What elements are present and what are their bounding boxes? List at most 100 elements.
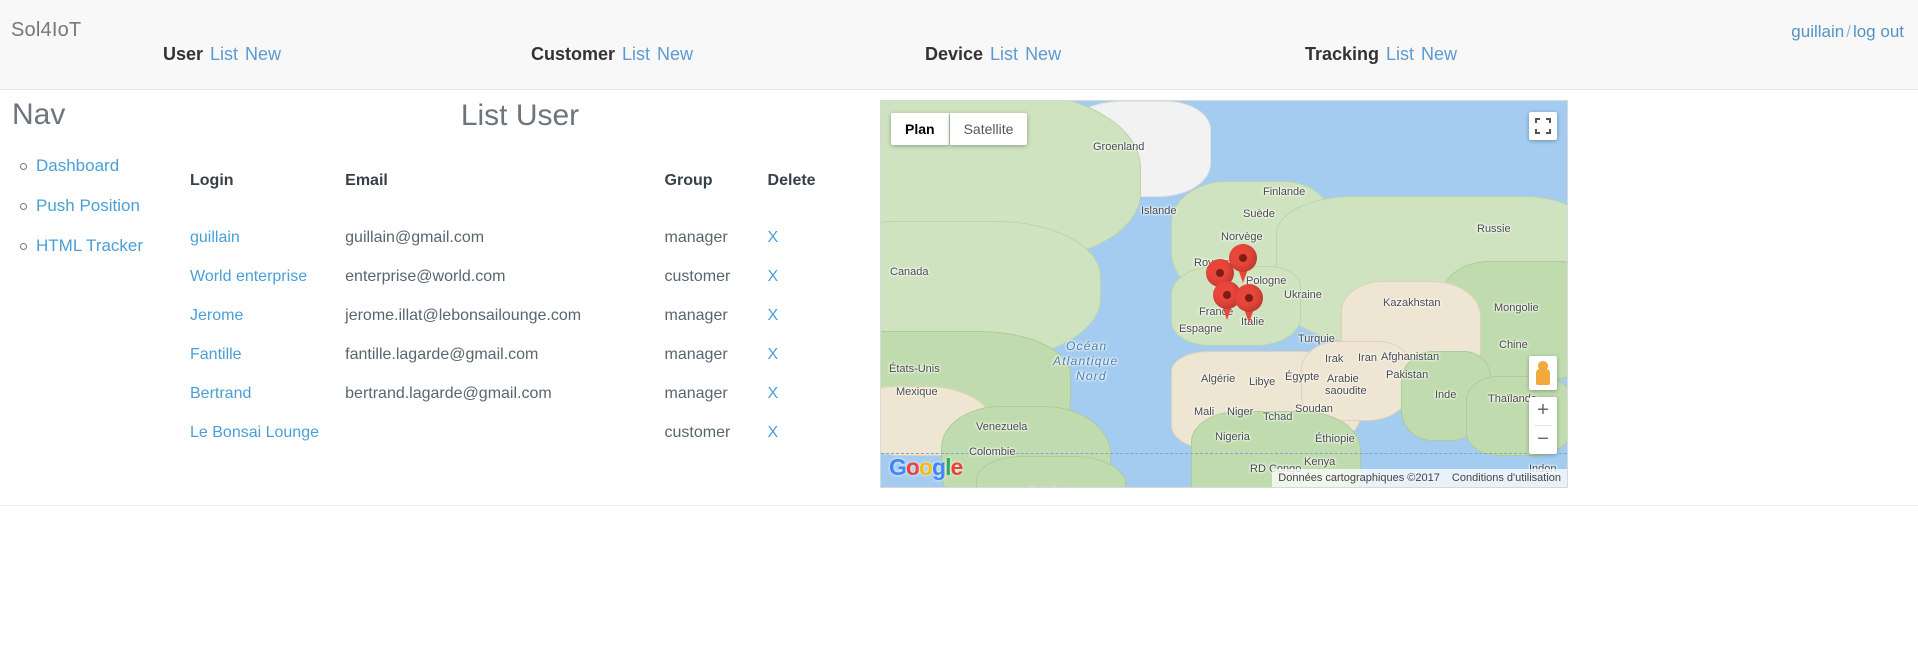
map-type-satellite-button[interactable]: Satellite [949, 113, 1028, 145]
circle-bullet-icon [20, 243, 27, 250]
user-login-link[interactable]: Bertrand [190, 385, 251, 402]
google-map[interactable]: Groenland Islande Norvège Finlande Suède… [881, 101, 1567, 487]
pegman-body-icon [1536, 369, 1550, 385]
user-login-link[interactable]: World enterprise [190, 268, 307, 285]
column-header-group: Group [664, 172, 713, 189]
main-content: List User Login Email Group Delete guill… [170, 96, 870, 452]
nav-group-tracking: Tracking List New [1305, 44, 1457, 65]
zoom-in-button[interactable]: + [1529, 397, 1557, 425]
app-page: Sol4IoT guillain / log out User List New Cus… [0, 0, 1918, 659]
sidebar-item-label[interactable]: Push Position [36, 196, 140, 215]
sidebar-item-dashboard[interactable]: Dashboard [12, 156, 170, 196]
user-login-link[interactable]: Fantille [190, 346, 242, 363]
nav-user-list[interactable]: List [210, 44, 238, 64]
table-row: Bertrand bertrand.lagarde@gmail.com mana… [170, 374, 850, 413]
nav-tracking-new[interactable]: New [1421, 44, 1457, 64]
cell-delete: X [768, 413, 850, 452]
delete-user-link[interactable]: X [768, 307, 779, 324]
landmass-arabia [1301, 341, 1411, 421]
user-session-box: guillain / log out [1791, 22, 1904, 42]
map-panel[interactable]: Groenland Islande Norvège Finlande Suède… [880, 100, 1568, 488]
nav-customer-new[interactable]: New [657, 44, 693, 64]
nav-tracking-title: Tracking [1305, 44, 1380, 64]
marker-center-dot [1216, 269, 1224, 277]
delete-user-link[interactable]: X [768, 385, 779, 402]
cell-group: manager [664, 228, 728, 246]
footer-strip [0, 505, 1918, 659]
marker-center-dot [1223, 291, 1231, 299]
google-logo: Google [889, 454, 963, 480]
table-row: guillain guillain@gmail.com manager X [170, 218, 850, 257]
cell-group: customer [664, 423, 731, 441]
table-row: World enterprise enterprise@world.com cu… [170, 257, 850, 296]
user-separator: / [1846, 22, 1851, 41]
circle-bullet-icon [20, 203, 27, 210]
map-terms-link[interactable]: Conditions d'utilisation [1445, 469, 1567, 487]
nav-tracking-list[interactable]: List [1386, 44, 1414, 64]
nav-group-user: User List New [163, 44, 281, 65]
cell-email [345, 413, 664, 452]
logout-link[interactable]: log out [1853, 22, 1904, 41]
cell-email: enterprise@world.com [345, 267, 506, 285]
cell-group: manager [664, 306, 728, 324]
sidebar-item-html-tracker[interactable]: HTML Tracker [12, 236, 170, 276]
nav-group-customer: Customer List New [531, 44, 693, 65]
cell-email: jerome.illat@lebonsailounge.com [345, 306, 582, 324]
delete-user-link[interactable]: X [768, 268, 779, 285]
current-user-link[interactable]: guillain [1791, 22, 1844, 41]
delete-user-link[interactable]: X [768, 229, 779, 246]
sidebar-item-push-position[interactable]: Push Position [12, 196, 170, 236]
nav-user-new[interactable]: New [245, 44, 281, 64]
street-view-pegman-button[interactable] [1529, 356, 1557, 390]
table-row: Le Bonsai Lounge customer X [170, 413, 850, 452]
cell-delete: X [768, 296, 850, 335]
cell-delete: X [768, 257, 850, 296]
nav-device-list[interactable]: List [990, 44, 1018, 64]
cell-delete: X [768, 335, 850, 374]
delete-user-link[interactable]: X [768, 346, 779, 363]
map-type-plan-button[interactable]: Plan [891, 113, 949, 145]
nav-device-title: Device [925, 44, 984, 64]
cell-login: World enterprise [170, 257, 345, 296]
cell-email: guillain@gmail.com [345, 228, 485, 246]
map-zoom-controls: + − [1529, 397, 1557, 454]
column-header-delete: Delete [767, 172, 816, 189]
nav-group-device: Device List New [925, 44, 1061, 65]
map-marker[interactable] [1235, 284, 1263, 324]
cell-email: fantille.lagarde@gmail.com [345, 345, 539, 363]
nav-customer-title: Customer [531, 44, 616, 64]
table-row: Fantille fantille.lagarde@gmail.com mana… [170, 335, 850, 374]
sidebar-title: Nav [12, 98, 66, 131]
top-navbar: Sol4IoT guillain / log out User List New Cus… [0, 0, 1918, 90]
user-login-link[interactable]: Le Bonsai Lounge [190, 424, 319, 441]
nav-user-title: User [163, 44, 204, 64]
marker-center-dot [1239, 254, 1247, 262]
map-type-switcher: Plan Satellite [891, 113, 1028, 145]
user-login-link[interactable]: Jerome [190, 307, 243, 324]
delete-user-link[interactable]: X [768, 424, 779, 441]
sidebar-item-label[interactable]: HTML Tracker [36, 236, 143, 255]
table-header-row: Login Email Group Delete [170, 172, 850, 218]
marker-center-dot [1245, 294, 1253, 302]
column-header-email: Email [345, 172, 388, 189]
zoom-out-button[interactable]: − [1529, 426, 1557, 454]
landmass-brazil [976, 456, 1126, 487]
sidebar-item-label[interactable]: Dashboard [36, 156, 119, 175]
sidebar-nav-list: Dashboard Push Position HTML Tracker [0, 156, 170, 276]
cell-group: manager [664, 345, 728, 363]
cell-email: bertrand.lagarde@gmail.com [345, 384, 552, 402]
page-title: List User [460, 99, 580, 132]
map-attribution: Données cartographiques ©2017 Conditions… [1272, 469, 1567, 487]
nav-customer-list[interactable]: List [622, 44, 650, 64]
nav-device-new[interactable]: New [1025, 44, 1061, 64]
column-header-login: Login [190, 172, 234, 189]
brand-logo[interactable]: Sol4IoT [11, 19, 81, 42]
sidebar: Nav Dashboard Push Position HTML Tracker [0, 96, 170, 276]
table-row: Jerome jerome.illat@lebonsailounge.com m… [170, 296, 850, 335]
cell-delete: X [768, 374, 850, 413]
fullscreen-button[interactable] [1529, 112, 1557, 140]
user-login-link[interactable]: guillain [190, 229, 240, 246]
equator-line [881, 453, 1567, 454]
map-copyright-text: Données cartographiques ©2017 [1272, 469, 1446, 487]
circle-bullet-icon [20, 163, 27, 170]
